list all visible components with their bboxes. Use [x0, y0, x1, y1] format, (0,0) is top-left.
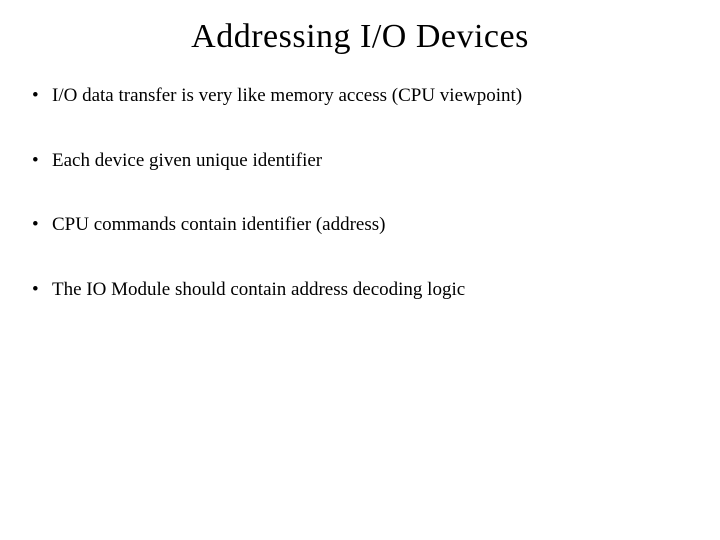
slide-title: Addressing I/O Devices: [20, 18, 700, 56]
bullet-list: I/O data transfer is very like memory ac…: [20, 84, 700, 303]
bullet-item: Each device given unique identifier: [32, 149, 700, 174]
bullet-item: CPU commands contain identifier (address…: [32, 213, 700, 238]
bullet-item: I/O data transfer is very like memory ac…: [32, 84, 700, 109]
bullet-item: The IO Module should contain address dec…: [32, 278, 700, 303]
slide-container: Addressing I/O Devices I/O data transfer…: [0, 0, 720, 540]
